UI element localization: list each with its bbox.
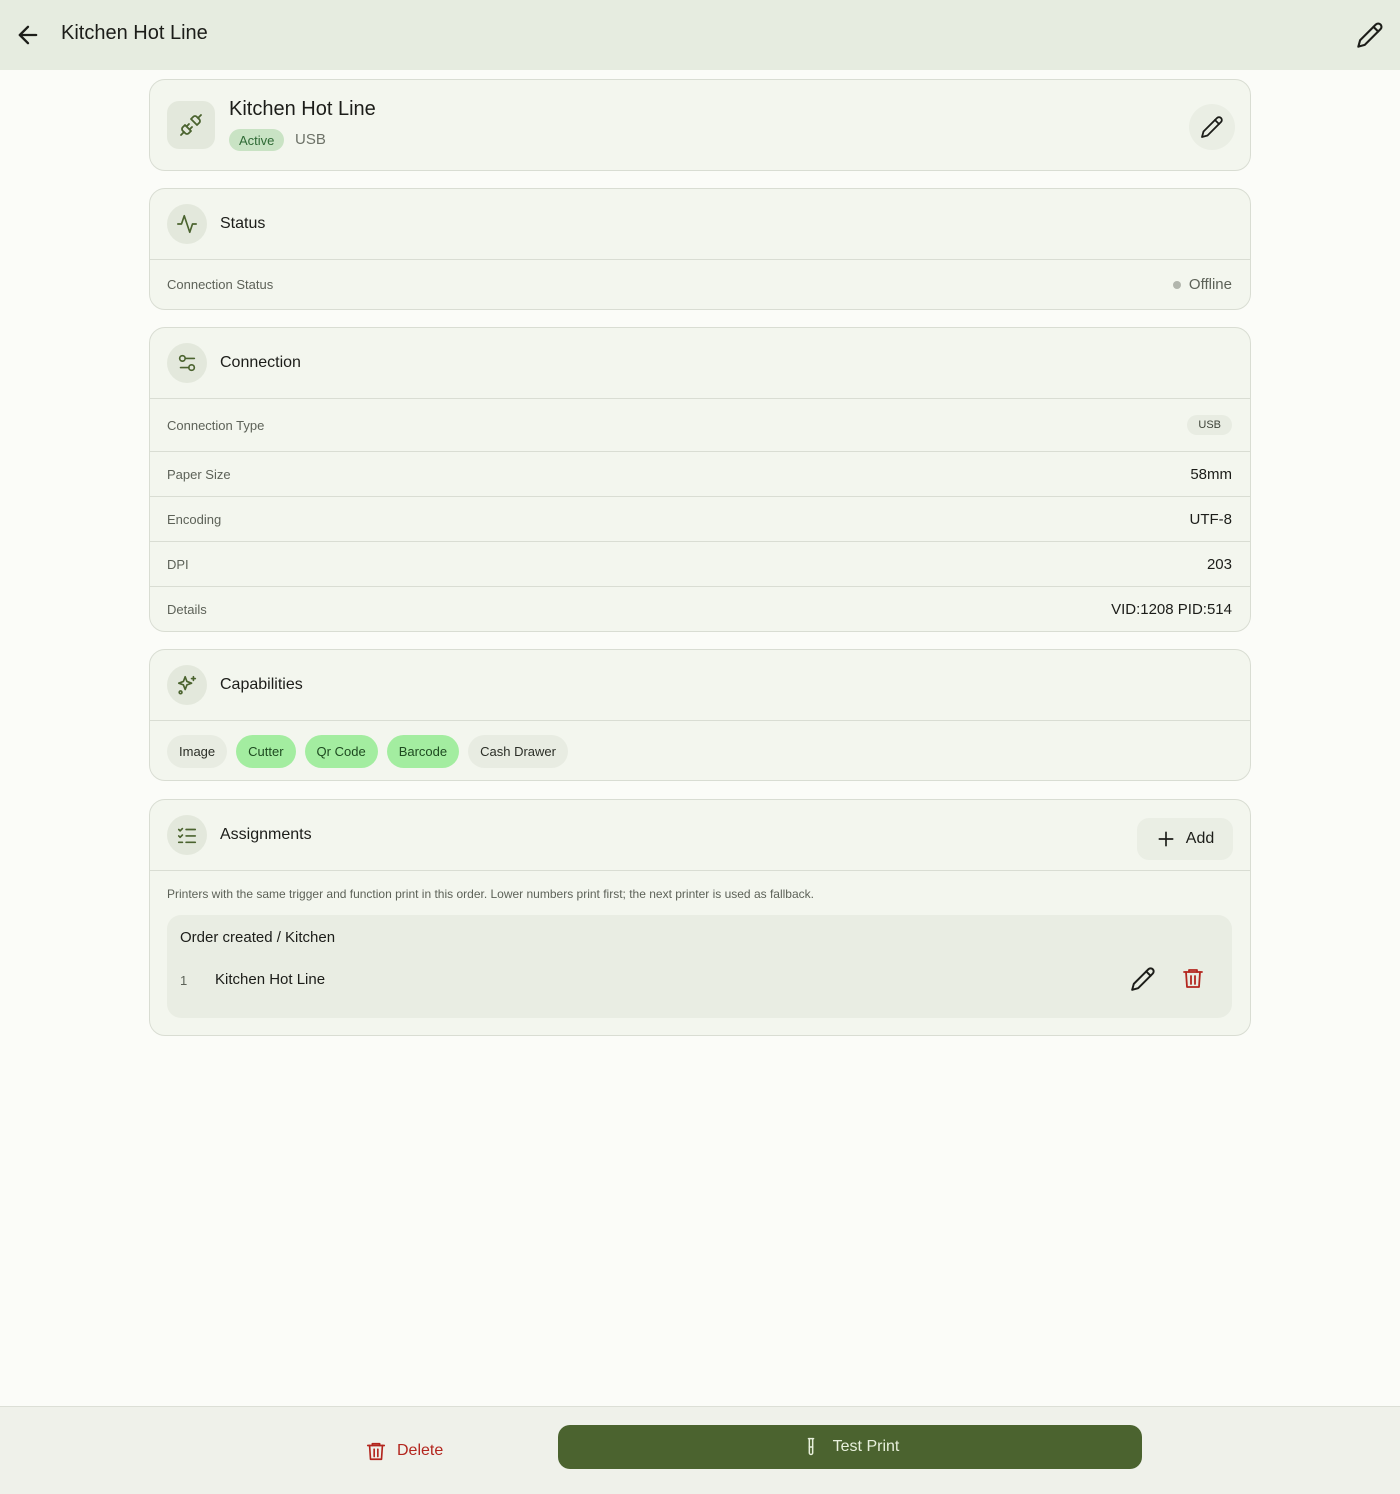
connection-card: Connection Connection Type USB Paper Siz… [149,327,1251,632]
capability-chip-cutter: Cutter [236,735,296,768]
row-label: Connection Status [167,277,274,292]
printer-connection-type: USB [295,131,326,148]
page-title: Kitchen Hot Line [61,22,208,44]
capability-chip-image: Image [167,735,228,768]
status-dot-icon [1172,280,1181,289]
connection-status-value: Offline [1172,276,1232,293]
capabilities-card-title: Capabilities [220,676,303,693]
row-value: VID:1208 PID:514 [1111,601,1232,618]
delete-button-label: Delete [397,1442,444,1459]
assignments-card-title: Assignments [220,826,312,843]
assignments-note: Printers with the same trigger and funct… [167,887,814,901]
edit-assignment-pencil-icon[interactable] [1130,966,1158,994]
row-label: Connection Type [167,417,265,433]
assignment-group: Order created / Kitchen 1 Kitchen Hot Li… [167,915,1232,1018]
assignment-group-title: Order created / Kitchen [180,929,336,946]
activity-icon [167,204,207,244]
capabilities-card-header: Capabilities [150,650,1250,721]
assignments-card: Assignments Add Printers with the same t… [149,799,1251,1036]
printer-name: Kitchen Hot Line [229,98,376,120]
trash-icon [366,1442,386,1461]
encoding-row: Encoding UTF-8 [150,497,1250,542]
assignment-printer-name: Kitchen Hot Line [215,971,326,988]
add-button-label: Add [1185,830,1215,847]
row-value: 58mm [1190,465,1232,483]
test-print-label: Test Print [832,1438,900,1455]
connection-type-chip: USB [1187,415,1232,435]
sliders-icon [167,343,207,383]
printer-summary-card: Kitchen Hot Line Active USB [149,79,1251,171]
capability-chip-barcode: Barcode [386,735,460,768]
dpi-row: DPI 203 [150,542,1250,587]
row-label: Details [167,602,207,617]
capability-chip-qr-code: Qr Code [304,735,378,768]
status-card-header: Status [150,189,1250,260]
plug-icon [167,101,215,149]
row-value: 203 [1206,555,1232,573]
status-card: Status Connection Status Offline [149,188,1251,310]
status-card-title: Status [220,215,266,232]
paper-size-row: Paper Size 58mm [150,452,1250,497]
assignments-card-header: Assignments Add [150,800,1250,871]
test-print-button[interactable]: Test Print [558,1425,1142,1469]
test-tube-icon [807,1437,814,1456]
details-row: Details VID:1208 PID:514 [150,587,1250,631]
assignment-order-number: 1 [180,973,188,988]
delete-assignment-trash-icon[interactable] [1181,966,1209,994]
row-label: Encoding [167,511,222,527]
row-value: UTF-8 [1189,510,1233,528]
row-label: Paper Size [167,466,231,482]
app-bar: Kitchen Hot Line [0,0,1400,70]
capability-chip-cash-drawer: Cash Drawer [468,735,568,768]
row-label: DPI [167,556,189,572]
capabilities-card: Capabilities Image Cutter Qr Code Barcod… [149,649,1251,781]
pencil-icon [1201,116,1223,138]
back-arrow-icon[interactable] [14,21,42,49]
edit-pencil-icon[interactable] [1356,21,1384,49]
sparkles-icon [167,665,207,705]
connection-type-row: Connection Type USB [150,399,1250,452]
connection-card-title: Connection [220,354,301,371]
delete-printer-button[interactable]: Delete [365,1436,443,1466]
status-badge: Active [229,129,285,151]
status-text: Offline [1188,276,1232,293]
edit-printer-button[interactable] [1189,104,1235,150]
plus-icon [1158,831,1174,847]
connection-card-header: Connection [150,328,1250,399]
connection-status-row: Connection Status Offline [150,260,1250,309]
add-assignment-button[interactable]: Add [1137,818,1233,860]
checklist-icon [167,815,207,855]
capability-chips: Image Cutter Qr Code Barcode Cash Drawer [150,721,1250,768]
bottom-action-bar: Delete Test Print [0,1406,1400,1494]
